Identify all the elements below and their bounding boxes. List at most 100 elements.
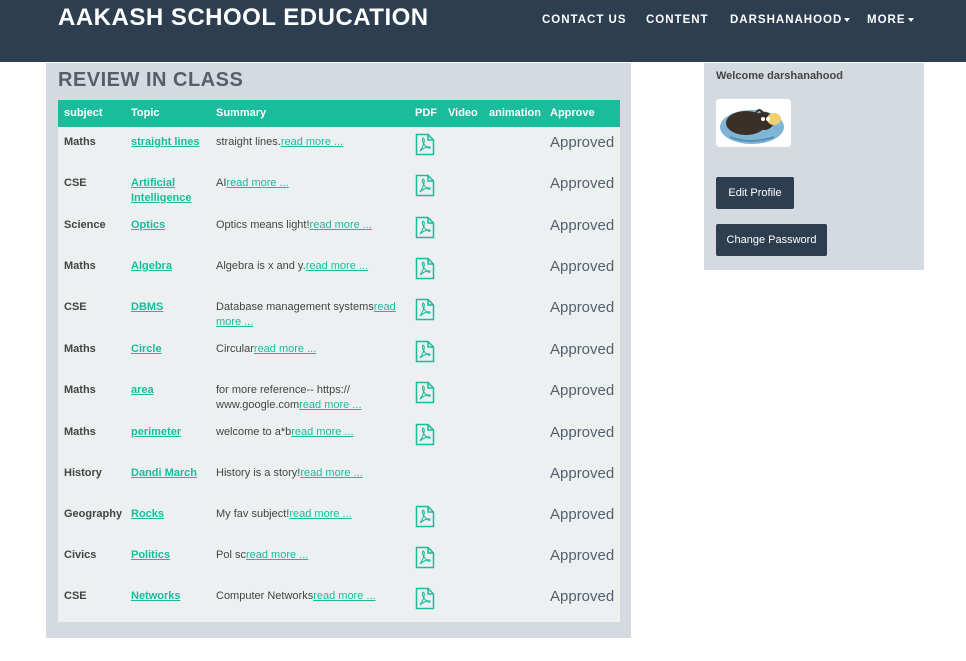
- nav-contact-us[interactable]: CONTACT US: [542, 14, 627, 26]
- summary-cell: Circularread more ...: [216, 342, 401, 357]
- page-title: REVIEW IN CLASS: [58, 69, 244, 91]
- approval-status: Approved: [550, 175, 615, 192]
- table-header: subject Topic Summary PDF Video animatio…: [58, 100, 620, 127]
- read-more-link[interactable]: read more ...: [246, 549, 308, 561]
- topic-link[interactable]: Artificial Intelligence: [131, 176, 206, 206]
- brand-title[interactable]: AAKASH SCHOOL EDUCATION: [58, 4, 429, 32]
- pdf-file-icon[interactable]: [415, 216, 435, 239]
- col-pdf: PDF: [415, 107, 437, 119]
- summary-text: Computer Networks: [216, 590, 314, 602]
- pdf-file-icon[interactable]: [415, 257, 435, 280]
- subject-cell: Maths: [64, 136, 96, 148]
- topic-link[interactable]: Rocks: [131, 507, 206, 522]
- topic-link[interactable]: area: [131, 383, 206, 398]
- table-row: Maths straight lines straight lines.read m…: [58, 128, 620, 169]
- topic-link[interactable]: Dandi March: [131, 466, 206, 481]
- subject-cell: Maths: [64, 260, 96, 272]
- profile-avatar: [716, 99, 791, 147]
- summary-text: welcome to a*b: [216, 426, 292, 438]
- col-subject: subject: [64, 107, 103, 119]
- pdf-file-icon[interactable]: [415, 298, 435, 321]
- summary-cell: Optics means light!read more ...: [216, 218, 401, 233]
- read-more-link[interactable]: read more ...: [300, 467, 362, 479]
- read-more-link[interactable]: read more ...: [289, 508, 351, 520]
- approval-status: Approved: [550, 217, 615, 234]
- summary-text: History is a story!: [216, 467, 301, 479]
- subject-cell: History: [64, 467, 102, 479]
- subject-cell: CSE: [64, 590, 87, 602]
- table-row: CSE Networks Computer Networksread more ..…: [58, 582, 620, 623]
- topic-link[interactable]: Circle: [131, 342, 206, 357]
- subject-cell: Civics: [64, 549, 97, 561]
- subject-cell: CSE: [64, 301, 87, 313]
- pdf-file-icon[interactable]: [415, 340, 435, 363]
- topic-link[interactable]: straight lines: [131, 135, 206, 150]
- topic-link[interactable]: Optics: [131, 218, 206, 233]
- table-row: Geography Rocks My fav subject!read more .…: [58, 500, 620, 541]
- pdf-file-icon[interactable]: [415, 381, 435, 404]
- summary-text: Database management systems: [216, 301, 374, 313]
- read-more-link[interactable]: read more ...: [299, 399, 361, 411]
- read-more-link[interactable]: read more ...: [226, 177, 288, 189]
- pdf-file-icon[interactable]: [415, 174, 435, 197]
- read-more-link[interactable]: read more ...: [291, 426, 353, 438]
- approval-status: Approved: [550, 299, 615, 316]
- col-topic: Topic: [131, 107, 160, 119]
- table-row: Maths area for more reference-- https:// w…: [58, 376, 620, 417]
- subject-cell: Maths: [64, 384, 96, 396]
- subject-cell: Maths: [64, 426, 96, 438]
- change-password-button[interactable]: Change Password: [716, 224, 827, 256]
- table-row: CSE Artificial Intelligence AIread more ..…: [58, 169, 620, 210]
- summary-text: Optics means light!: [216, 219, 310, 231]
- summary-text: Circular: [216, 343, 254, 355]
- pdf-file-icon[interactable]: [415, 587, 435, 610]
- read-more-link[interactable]: read more ...: [254, 343, 316, 355]
- subject-cell: Maths: [64, 343, 96, 355]
- pdf-file-icon[interactable]: [415, 505, 435, 528]
- read-more-link[interactable]: read more ...: [281, 136, 343, 148]
- summary-cell: welcome to a*bread more ...: [216, 425, 401, 440]
- table-row: Civics Politics Pol scread more ... Approve…: [58, 541, 620, 582]
- pdf-file-icon[interactable]: [415, 423, 435, 446]
- topic-link[interactable]: Algebra: [131, 259, 206, 274]
- approval-status: Approved: [550, 506, 615, 523]
- summary-cell: for more reference-- https:// www.google…: [216, 383, 401, 413]
- table-row: Maths Circle Circularread more ... Approved: [58, 335, 620, 376]
- topic-link[interactable]: Politics: [131, 548, 206, 563]
- subject-cell: Geography: [64, 508, 123, 520]
- col-video: Video: [448, 107, 478, 119]
- topic-link[interactable]: perimeter: [131, 425, 206, 440]
- subject-cell: CSE: [64, 177, 87, 189]
- approval-status: Approved: [550, 382, 615, 399]
- summary-cell: Pol scread more ...: [216, 548, 401, 563]
- col-approve: Approve: [550, 107, 595, 119]
- summary-cell: Computer Networksread more ...: [216, 589, 401, 604]
- summary-cell: straight lines.read more ...: [216, 135, 401, 150]
- summary-text: AI: [216, 177, 227, 189]
- subject-cell: Science: [64, 219, 106, 231]
- table-row: Maths perimeter welcome to a*bread more ..…: [58, 418, 620, 459]
- avatar-image: [716, 99, 791, 147]
- summary-text: straight lines.: [216, 136, 281, 148]
- read-more-link[interactable]: read more ...: [310, 219, 372, 231]
- pdf-file-icon[interactable]: [415, 133, 435, 156]
- approval-status: Approved: [550, 341, 615, 358]
- approval-status: Approved: [550, 424, 615, 441]
- table-row: Science Optics Optics means light!read mor…: [58, 211, 620, 252]
- approval-status: Approved: [550, 258, 615, 275]
- topic-link[interactable]: DBMS: [131, 300, 206, 315]
- summary-cell: History is a story!read more ...: [216, 466, 401, 481]
- review-table: subject Topic Summary PDF Video animatio…: [58, 100, 620, 622]
- nav-user-dropdown[interactable]: DARSHANAHOOD: [730, 14, 851, 26]
- col-summary: Summary: [216, 107, 267, 119]
- topic-link[interactable]: Networks: [131, 589, 206, 604]
- nav-more-dropdown[interactable]: MORE: [867, 14, 914, 26]
- review-panel: REVIEW IN CLASS subject Topic Summary PD…: [46, 63, 631, 638]
- col-animation: animation: [489, 107, 541, 119]
- edit-profile-button[interactable]: Edit Profile: [716, 177, 794, 209]
- navbar: AAKASH SCHOOL EDUCATION CONTACT US CONTE…: [0, 0, 966, 62]
- nav-content[interactable]: CONTENT: [646, 14, 709, 26]
- read-more-link[interactable]: read more ...: [313, 590, 375, 602]
- pdf-file-icon[interactable]: [415, 546, 435, 569]
- read-more-link[interactable]: read more ...: [306, 260, 368, 272]
